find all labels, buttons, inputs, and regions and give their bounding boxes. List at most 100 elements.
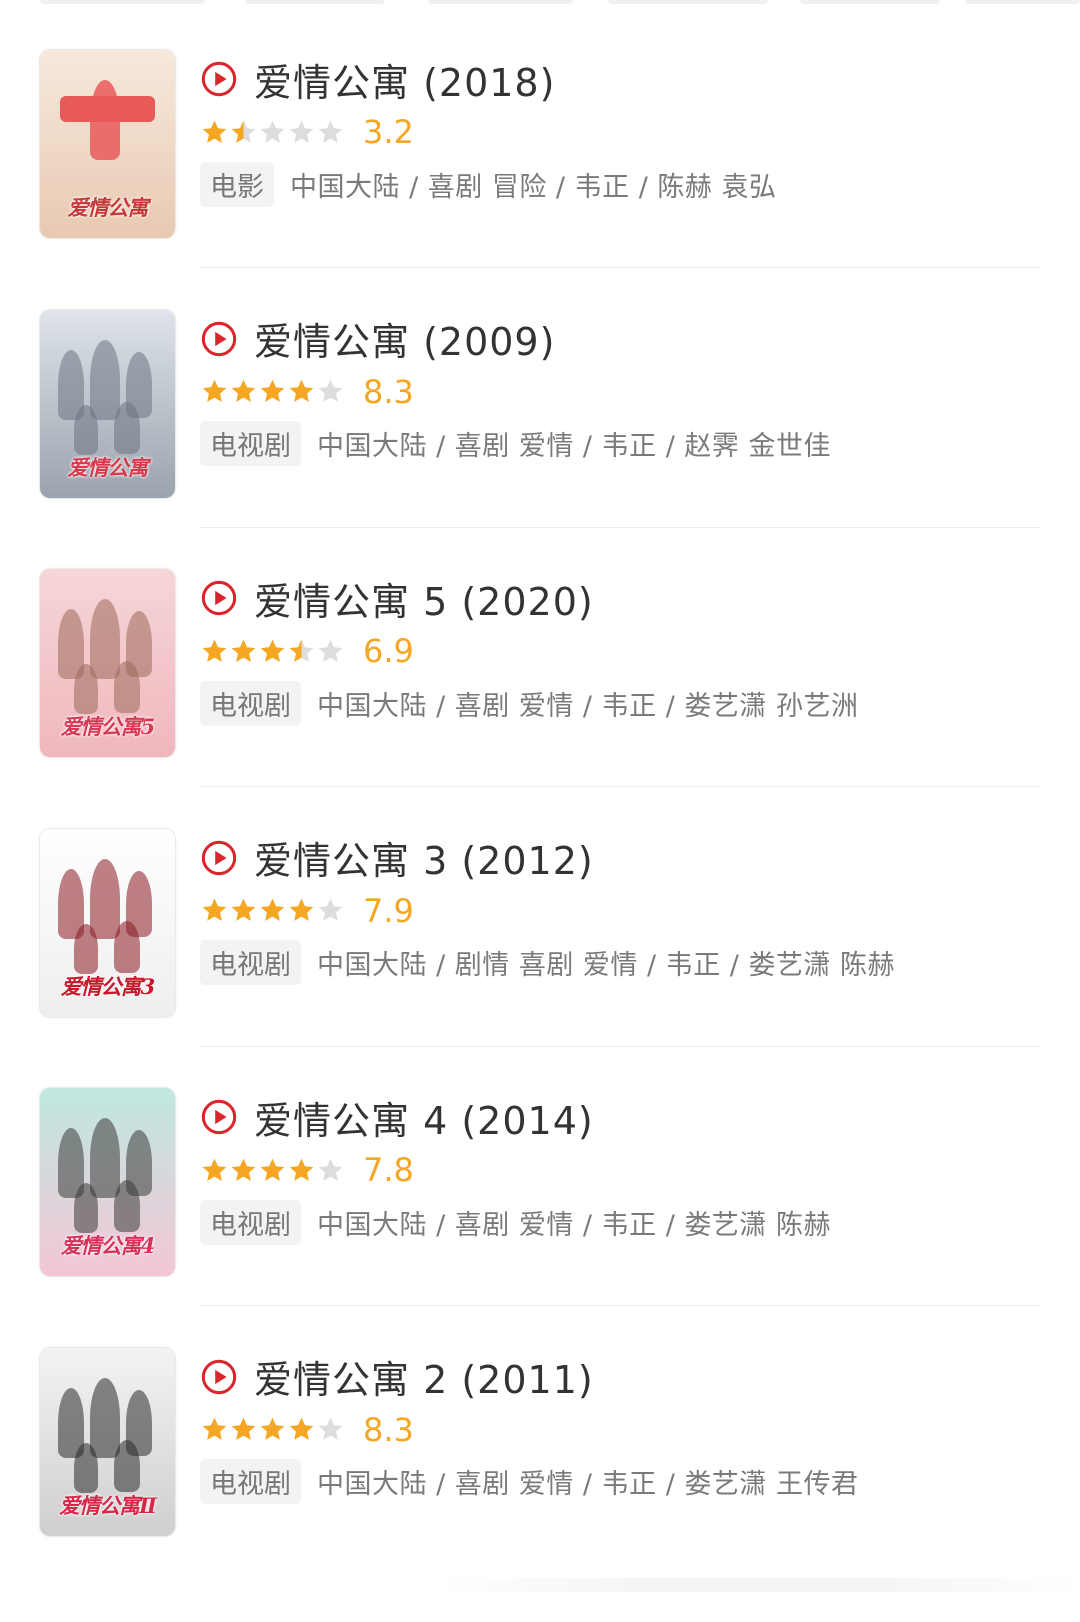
title-row[interactable]: 爱情公寓 (2009) [200, 314, 555, 364]
rating-score: 6.9 [363, 632, 414, 670]
rating-row: 3.2 [200, 112, 414, 152]
rating-row: 8.3 [200, 372, 414, 412]
meta-row: 电视剧 中国大陆 / 喜剧 爱情 / 韦正 / 赵霁 金世佳 [200, 421, 831, 466]
poster-image[interactable]: 爱情公寓 [40, 50, 175, 238]
meta-text: 中国大陆 / 喜剧 爱情 / 韦正 / 娄艺潇 陈赫 [317, 1209, 831, 1241]
type-badge: 电视剧 [200, 940, 301, 985]
result-title[interactable]: 爱情公寓 5 (2020) [254, 571, 594, 626]
star-icon [260, 379, 285, 402]
star-icon [318, 120, 343, 143]
type-badge: 电影 [200, 161, 274, 207]
poster-title-logo: 爱情公寓4 [60, 1233, 156, 1258]
poster-image[interactable]: 爱情公寓4 [40, 1088, 175, 1276]
poster-figure [74, 1442, 98, 1493]
type-badge: 电视剧 [200, 1199, 301, 1245]
star-icon [231, 898, 256, 921]
result-item[interactable]: 爱情公寓 爱情公寓 (2009) 8.3 电视剧 中国大陆 / 喜剧 爱情 / 韦正 /… [0, 260, 1080, 528]
rating-score: 8.3 [363, 372, 414, 411]
star-rating [200, 377, 345, 406]
star-icon [202, 639, 227, 662]
rating-score: 3.2 [363, 113, 414, 151]
star-rating [200, 637, 345, 666]
poster-image[interactable]: 爱情公寓3 [40, 828, 175, 1017]
title-row[interactable]: 爱情公寓 2 (2011) [200, 1352, 594, 1402]
poster-figure [114, 1180, 140, 1232]
star-icon [260, 1158, 285, 1181]
result-title[interactable]: 爱情公寓 3 (2012) [254, 830, 594, 885]
meta-row: 电视剧 中国大陆 / 喜剧 爱情 / 韦正 / 娄艺潇 王传君 [200, 1459, 858, 1504]
result-item[interactable]: 爱情公寓 爱情公寓 (2018) 3.2 电影 中国大陆 / 喜剧 冒险 / 韦正 / … [0, 0, 1080, 268]
play-icon[interactable] [200, 579, 238, 617]
type-badge: 电视剧 [200, 1459, 301, 1504]
poster-figure [74, 1183, 98, 1233]
play-icon[interactable] [200, 1098, 238, 1136]
star-icon [260, 898, 285, 921]
star-icon [231, 639, 256, 662]
type-badge: 电视剧 [200, 421, 301, 466]
title-row[interactable]: 爱情公寓 4 (2014) [200, 1090, 594, 1145]
poster-title-logo: 爱情公寓5 [60, 714, 156, 739]
star-rating [200, 1156, 345, 1185]
rating-row: 7.9 [200, 891, 414, 931]
poster-figure [90, 1118, 120, 1198]
rating-score: 7.9 [363, 891, 414, 930]
poster-image[interactable]: 爱情公寓 [40, 309, 175, 498]
meta-row: 电视剧 中国大陆 / 喜剧 爱情 / 韦正 / 娄艺潇 陈赫 [200, 1199, 831, 1245]
star-rating [200, 896, 345, 925]
result-item[interactable]: 爱情公寓4 爱情公寓 4 (2014) 7.8 电视剧 中国大陆 / 喜剧 爱情 / 韦… [0, 1038, 1080, 1306]
play-icon[interactable] [200, 839, 238, 877]
title-row[interactable]: 爱情公寓 3 (2012) [200, 833, 594, 883]
meta-text: 中国大陆 / 剧情 喜剧 爱情 / 韦正 / 娄艺潇 陈赫 [317, 950, 896, 981]
result-item[interactable]: 爱情公寓Ⅱ 爱情公寓 2 (2011) 8.3 电视剧 中国大陆 / 喜剧 爱情 / 韦… [0, 1298, 1080, 1566]
poster-figure [90, 858, 120, 939]
poster-title-logo: 爱情公寓Ⅱ [59, 1492, 157, 1518]
star-icon [318, 1417, 343, 1440]
star-icon [318, 898, 343, 921]
poster-title-logo: 爱情公寓 [67, 195, 149, 220]
title-row[interactable]: 爱情公寓 5 (2020) [200, 571, 594, 626]
star-icon [289, 1158, 314, 1181]
result-item[interactable]: 爱情公寓5 爱情公寓 5 (2020) 6.9 电视剧 中国大陆 / 喜剧 爱情 / 韦… [0, 519, 1080, 787]
play-icon[interactable] [200, 320, 238, 358]
star-icon [231, 1158, 256, 1181]
rating-row: 7.8 [200, 1150, 414, 1190]
star-icon [202, 1158, 227, 1181]
star-icon [318, 639, 343, 662]
result-title[interactable]: 爱情公寓 2 (2011) [254, 1349, 594, 1404]
scroll-fade [440, 1578, 1080, 1592]
poster-image[interactable]: 爱情公寓Ⅱ [40, 1347, 175, 1536]
poster-figure [90, 599, 120, 679]
play-icon[interactable] [200, 60, 238, 98]
rating-score: 8.3 [363, 1410, 414, 1449]
meta-text: 中国大陆 / 喜剧 爱情 / 韦正 / 赵霁 金世佳 [317, 431, 831, 462]
star-icon [202, 1417, 227, 1440]
meta-text: 中国大陆 / 喜剧 冒险 / 韦正 / 陈赫 袁弘 [290, 171, 777, 203]
poster-figure [114, 920, 140, 973]
star-icon [289, 898, 314, 921]
star-icon [289, 639, 314, 662]
play-icon[interactable] [200, 1358, 238, 1396]
star-icon [260, 639, 285, 662]
star-icon [289, 120, 314, 143]
star-icon [289, 1417, 314, 1440]
star-rating [200, 118, 345, 147]
poster-figure [74, 404, 98, 455]
title-row[interactable]: 爱情公寓 (2018) [200, 52, 555, 107]
result-title[interactable]: 爱情公寓 4 (2014) [254, 1090, 594, 1145]
meta-text: 中国大陆 / 喜剧 爱情 / 韦正 / 娄艺潇 孙艺洲 [317, 690, 859, 722]
poster-image[interactable]: 爱情公寓5 [40, 569, 175, 757]
meta-row: 电视剧 中国大陆 / 喜剧 爱情 / 韦正 / 娄艺潇 孙艺洲 [200, 680, 859, 726]
star-icon [202, 379, 227, 402]
rating-score: 7.8 [363, 1151, 414, 1189]
result-title[interactable]: 爱情公寓 (2018) [254, 52, 555, 107]
rating-row: 6.9 [200, 631, 414, 671]
poster-figure [114, 661, 140, 713]
star-rating [200, 1415, 345, 1444]
poster-figure [90, 339, 120, 420]
star-icon [231, 120, 256, 143]
poster-figure [114, 1439, 140, 1492]
poster-figure [114, 401, 140, 454]
result-title[interactable]: 爱情公寓 (2009) [254, 311, 555, 366]
poster-figure [74, 923, 98, 974]
result-item[interactable]: 爱情公寓3 爱情公寓 3 (2012) 7.9 电视剧 中国大陆 / 剧情 喜剧 爱情 … [0, 779, 1080, 1047]
